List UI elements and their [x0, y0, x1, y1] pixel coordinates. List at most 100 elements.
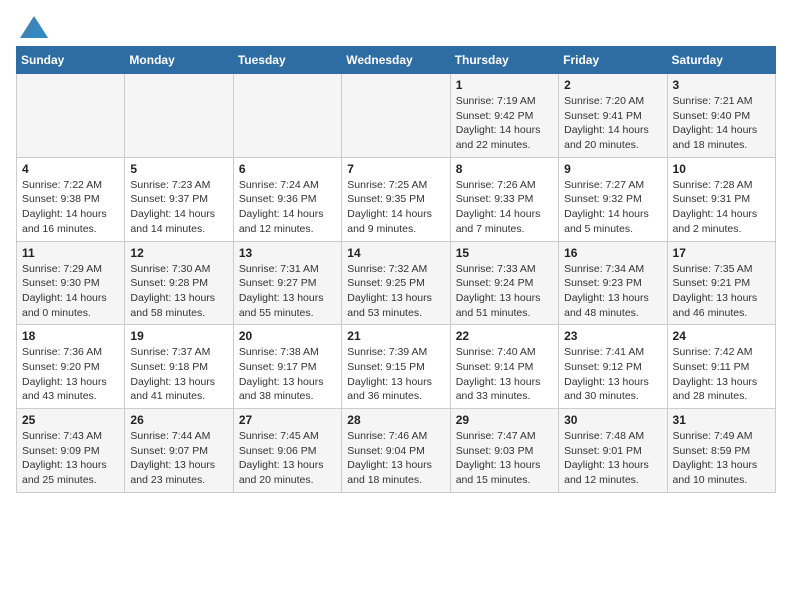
calendar-day-cell: 1 Sunrise: 7:19 AMSunset: 9:42 PMDaylight…: [450, 74, 558, 158]
day-number: 15: [456, 246, 553, 260]
calendar-day-cell: 21 Sunrise: 7:39 AMSunset: 9:15 PMDayligh…: [342, 325, 450, 409]
day-info: Sunrise: 7:27 AMSunset: 9:32 PMDaylight:…: [564, 178, 661, 237]
calendar-day-cell: 14 Sunrise: 7:32 AMSunset: 9:25 PMDayligh…: [342, 241, 450, 325]
day-info: Sunrise: 7:49 AMSunset: 8:59 PMDaylight:…: [673, 429, 770, 488]
day-info: Sunrise: 7:43 AMSunset: 9:09 PMDaylight:…: [22, 429, 119, 488]
calendar-day-cell: 29Sunrise: 7:47 AMSunset: 9:03 PMDayligh…: [450, 409, 558, 493]
day-info: Sunrise: 7:42 AMSunset: 9:11 PMDaylight:…: [673, 345, 770, 404]
weekday-header: Friday: [559, 47, 667, 74]
calendar-table: SundayMondayTuesdayWednesdayThursdayFrid…: [16, 46, 776, 493]
day-info: Sunrise: 7:44 AMSunset: 9:07 PMDaylight:…: [130, 429, 227, 488]
day-info: Sunrise: 7:39 AMSunset: 9:15 PMDaylight:…: [347, 345, 444, 404]
calendar-day-cell: 4 Sunrise: 7:22 AMSunset: 9:38 PMDaylight…: [17, 157, 125, 241]
day-info: Sunrise: 7:46 AMSunset: 9:04 PMDaylight:…: [347, 429, 444, 488]
calendar-header-row: SundayMondayTuesdayWednesdayThursdayFrid…: [17, 47, 776, 74]
calendar-day-cell: 16 Sunrise: 7:34 AMSunset: 9:23 PMDayligh…: [559, 241, 667, 325]
calendar-day-cell: 20 Sunrise: 7:38 AMSunset: 9:17 PMDayligh…: [233, 325, 341, 409]
calendar-day-cell: [17, 74, 125, 158]
day-number: 25: [22, 413, 119, 427]
weekday-header: Sunday: [17, 47, 125, 74]
day-number: 8: [456, 162, 553, 176]
day-info: Sunrise: 7:25 AMSunset: 9:35 PMDaylight:…: [347, 178, 444, 237]
calendar-day-cell: 2Sunrise: 7:20 AMSunset: 9:41 PMDaylight…: [559, 74, 667, 158]
logo: [16, 16, 48, 38]
day-number: 3: [673, 78, 770, 92]
calendar-day-cell: [125, 74, 233, 158]
day-info: Sunrise: 7:41 AMSunset: 9:12 PMDaylight:…: [564, 345, 661, 404]
calendar-day-cell: 17Sunrise: 7:35 AMSunset: 9:21 PMDayligh…: [667, 241, 775, 325]
calendar-day-cell: 19Sunrise: 7:37 AMSunset: 9:18 PMDayligh…: [125, 325, 233, 409]
calendar-day-cell: 3 Sunrise: 7:21 AMSunset: 9:40 PMDaylight…: [667, 74, 775, 158]
calendar-day-cell: 10 Sunrise: 7:28 AMSunset: 9:31 PMDayligh…: [667, 157, 775, 241]
day-number: 6: [239, 162, 336, 176]
day-number: 23: [564, 329, 661, 343]
weekday-header: Monday: [125, 47, 233, 74]
day-number: 12: [130, 246, 227, 260]
day-number: 5: [130, 162, 227, 176]
calendar-day-cell: 26Sunrise: 7:44 AMSunset: 9:07 PMDayligh…: [125, 409, 233, 493]
day-info: Sunrise: 7:38 AMSunset: 9:17 PMDaylight:…: [239, 345, 336, 404]
day-number: 1: [456, 78, 553, 92]
day-info: Sunrise: 7:48 AMSunset: 9:01 PMDaylight:…: [564, 429, 661, 488]
calendar-day-cell: 30Sunrise: 7:48 AMSunset: 9:01 PMDayligh…: [559, 409, 667, 493]
calendar-day-cell: [342, 74, 450, 158]
day-number: 7: [347, 162, 444, 176]
day-info: Sunrise: 7:40 AMSunset: 9:14 PMDaylight:…: [456, 345, 553, 404]
weekday-header: Saturday: [667, 47, 775, 74]
weekday-header: Wednesday: [342, 47, 450, 74]
day-number: 10: [673, 162, 770, 176]
day-number: 29: [456, 413, 553, 427]
day-number: 31: [673, 413, 770, 427]
day-number: 27: [239, 413, 336, 427]
day-info: Sunrise: 7:34 AMSunset: 9:23 PMDaylight:…: [564, 262, 661, 321]
day-number: 4: [22, 162, 119, 176]
day-number: 21: [347, 329, 444, 343]
day-info: Sunrise: 7:26 AMSunset: 9:33 PMDaylight:…: [456, 178, 553, 237]
calendar-week-row: 11 Sunrise: 7:29 AMSunset: 9:30 PMDayligh…: [17, 241, 776, 325]
day-number: 14: [347, 246, 444, 260]
day-info: Sunrise: 7:35 AMSunset: 9:21 PMDaylight:…: [673, 262, 770, 321]
calendar-day-cell: 22 Sunrise: 7:40 AMSunset: 9:14 PMDayligh…: [450, 325, 558, 409]
calendar-day-cell: 8 Sunrise: 7:26 AMSunset: 9:33 PMDaylight…: [450, 157, 558, 241]
calendar-week-row: 25 Sunrise: 7:43 AMSunset: 9:09 PMDayligh…: [17, 409, 776, 493]
day-number: 11: [22, 246, 119, 260]
calendar-day-cell: 12 Sunrise: 7:30 AMSunset: 9:28 PMDayligh…: [125, 241, 233, 325]
day-number: 9: [564, 162, 661, 176]
calendar-day-cell: 18Sunrise: 7:36 AMSunset: 9:20 PMDayligh…: [17, 325, 125, 409]
day-info: Sunrise: 7:32 AMSunset: 9:25 PMDaylight:…: [347, 262, 444, 321]
calendar-day-cell: 27 Sunrise: 7:45 AMSunset: 9:06 PMDayligh…: [233, 409, 341, 493]
day-info: Sunrise: 7:28 AMSunset: 9:31 PMDaylight:…: [673, 178, 770, 237]
logo-icon: [20, 16, 48, 38]
calendar-day-cell: 7 Sunrise: 7:25 AMSunset: 9:35 PMDaylight…: [342, 157, 450, 241]
calendar-day-cell: 11 Sunrise: 7:29 AMSunset: 9:30 PMDayligh…: [17, 241, 125, 325]
calendar-day-cell: 5Sunrise: 7:23 AMSunset: 9:37 PMDaylight…: [125, 157, 233, 241]
day-info: Sunrise: 7:29 AMSunset: 9:30 PMDaylight:…: [22, 262, 119, 321]
day-number: 22: [456, 329, 553, 343]
calendar-day-cell: 28 Sunrise: 7:46 AMSunset: 9:04 PMDayligh…: [342, 409, 450, 493]
day-number: 24: [673, 329, 770, 343]
day-info: Sunrise: 7:19 AMSunset: 9:42 PMDaylight:…: [456, 94, 553, 153]
day-info: Sunrise: 7:31 AMSunset: 9:27 PMDaylight:…: [239, 262, 336, 321]
day-info: Sunrise: 7:22 AMSunset: 9:38 PMDaylight:…: [22, 178, 119, 237]
calendar-day-cell: 15Sunrise: 7:33 AMSunset: 9:24 PMDayligh…: [450, 241, 558, 325]
weekday-header: Tuesday: [233, 47, 341, 74]
day-info: Sunrise: 7:45 AMSunset: 9:06 PMDaylight:…: [239, 429, 336, 488]
calendar-day-cell: 13 Sunrise: 7:31 AMSunset: 9:27 PMDayligh…: [233, 241, 341, 325]
day-info: Sunrise: 7:24 AMSunset: 9:36 PMDaylight:…: [239, 178, 336, 237]
day-number: 16: [564, 246, 661, 260]
day-number: 28: [347, 413, 444, 427]
weekday-header: Thursday: [450, 47, 558, 74]
day-info: Sunrise: 7:21 AMSunset: 9:40 PMDaylight:…: [673, 94, 770, 153]
calendar-day-cell: 9 Sunrise: 7:27 AMSunset: 9:32 PMDaylight…: [559, 157, 667, 241]
calendar-week-row: 18Sunrise: 7:36 AMSunset: 9:20 PMDayligh…: [17, 325, 776, 409]
calendar-day-cell: 24 Sunrise: 7:42 AMSunset: 9:11 PMDayligh…: [667, 325, 775, 409]
day-number: 13: [239, 246, 336, 260]
calendar-day-cell: 31 Sunrise: 7:49 AMSunset: 8:59 PMDayligh…: [667, 409, 775, 493]
day-number: 19: [130, 329, 227, 343]
day-number: 2: [564, 78, 661, 92]
page-header: [16, 16, 776, 38]
day-info: Sunrise: 7:30 AMSunset: 9:28 PMDaylight:…: [130, 262, 227, 321]
day-number: 20: [239, 329, 336, 343]
calendar-week-row: 4 Sunrise: 7:22 AMSunset: 9:38 PMDaylight…: [17, 157, 776, 241]
calendar-day-cell: 6 Sunrise: 7:24 AMSunset: 9:36 PMDaylight…: [233, 157, 341, 241]
